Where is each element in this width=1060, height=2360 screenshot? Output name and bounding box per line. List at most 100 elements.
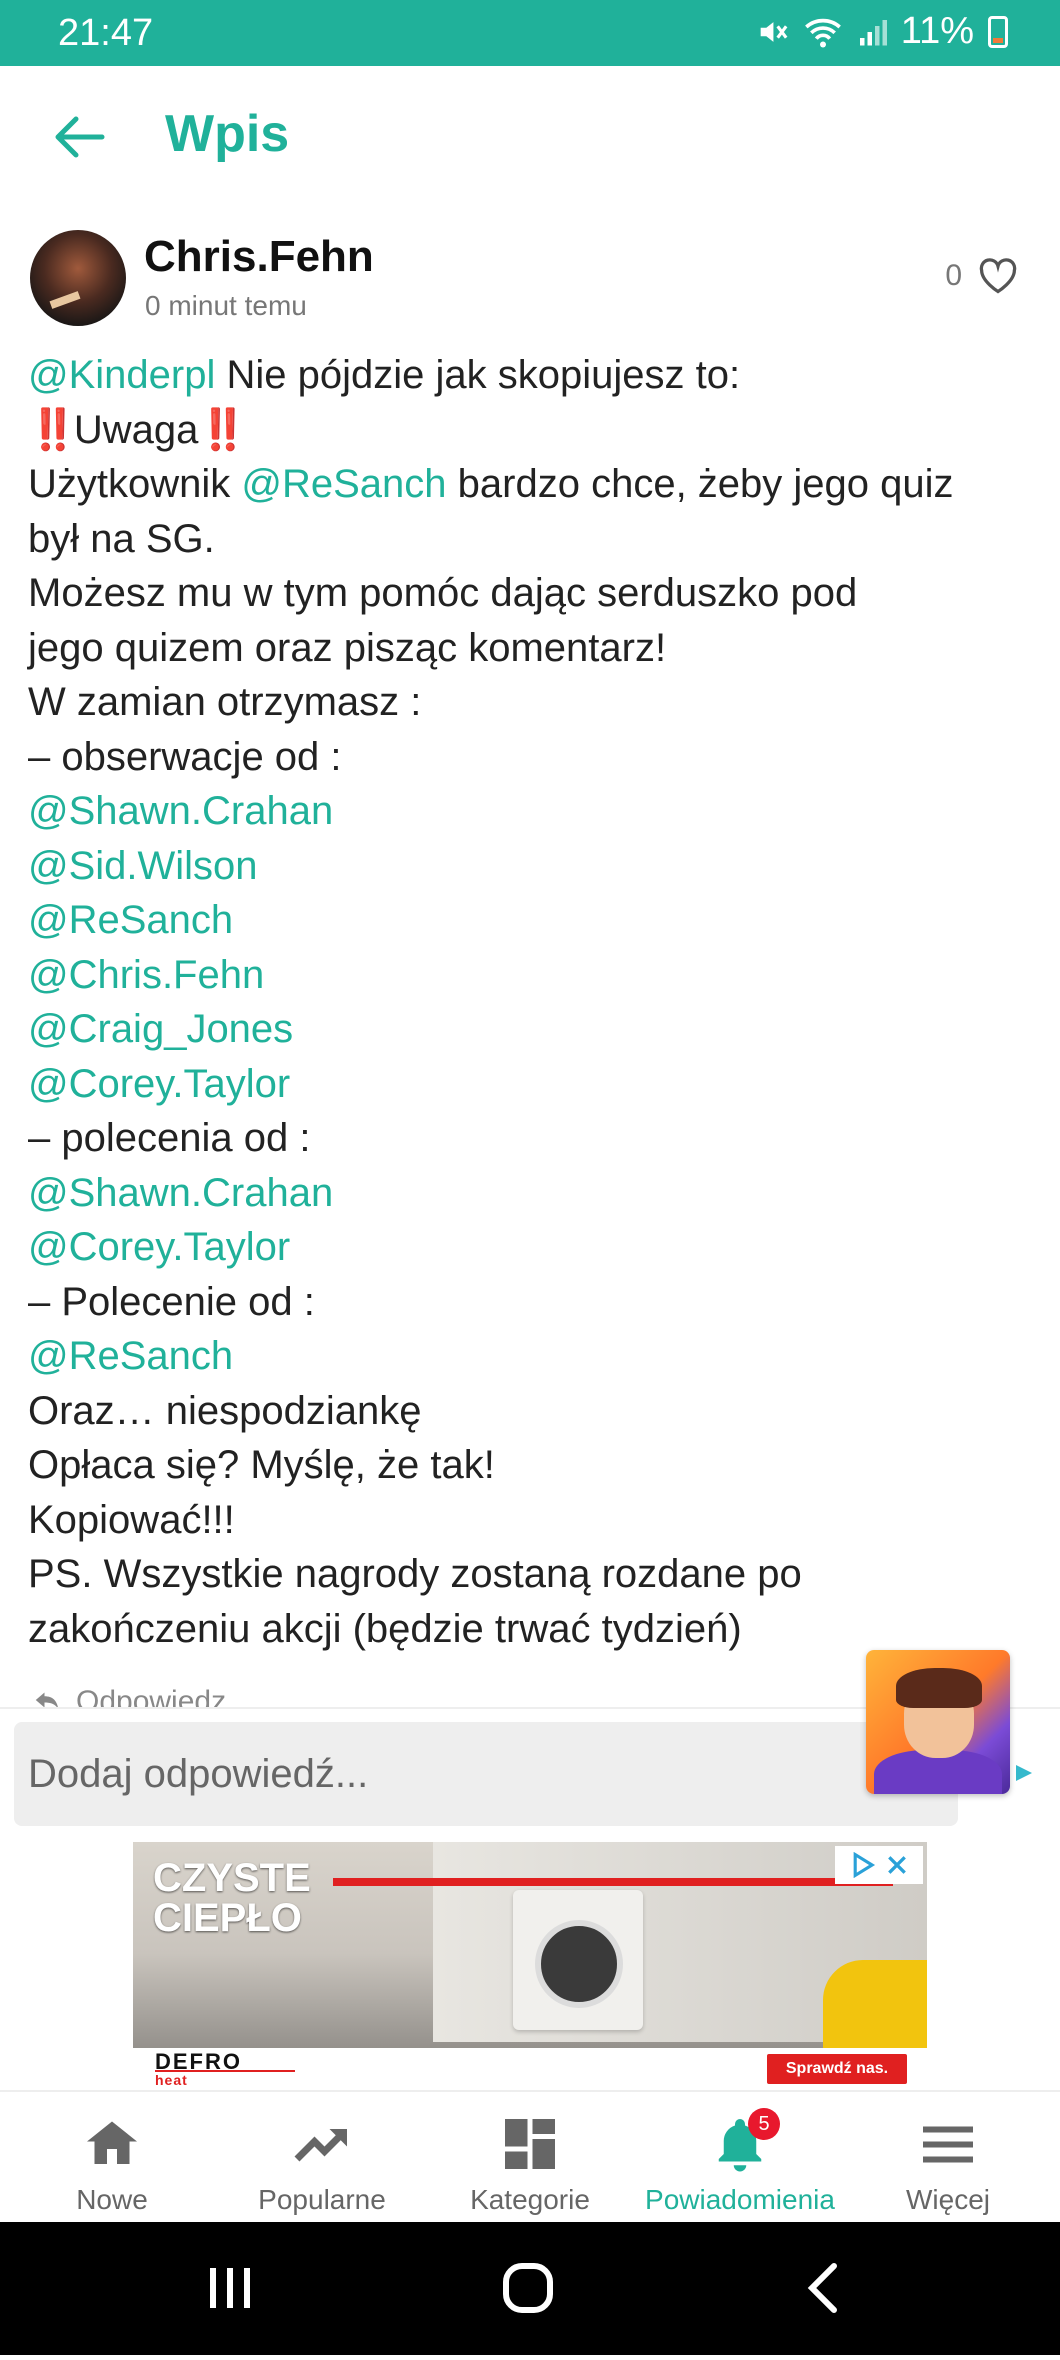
battery-icon: [988, 15, 1008, 48]
post-line: @Craig_Jones: [28, 1002, 1038, 1057]
nav-label: Nowe: [76, 2184, 148, 2215]
heart-icon[interactable]: [978, 258, 1018, 294]
post-text: PS. Wszystkie nagrody zostaną rozdane po: [28, 1552, 802, 1596]
post-text: był na SG.: [28, 516, 215, 561]
post-text: Opłaca się? Myślę, że tak!: [28, 1443, 495, 1487]
floating-promo-avatar[interactable]: [866, 1650, 1010, 1794]
mention-link[interactable]: @Kinderpl: [28, 353, 215, 397]
author-name[interactable]: Chris.Fehn: [144, 232, 374, 282]
mention-link[interactable]: @ReSanch: [241, 462, 446, 506]
nav-item-powiadomienia[interactable]: 5 Powiadomienia: [634, 2092, 846, 2224]
post-line: PS. Wszystkie nagrody zostaną rozdane po: [28, 1547, 1038, 1602]
mention-link[interactable]: @ReSanch: [28, 898, 233, 942]
like-count: 0: [945, 259, 962, 292]
nav-label: Powiadomienia: [645, 2184, 835, 2215]
avatar[interactable]: [30, 230, 126, 326]
ad-headline-line-2: CIEPŁO: [153, 1896, 302, 1940]
mention-link[interactable]: @Chris.Fehn: [28, 953, 264, 997]
mention-link[interactable]: @Shawn.Crahan: [28, 789, 333, 833]
post-line: @ReSanch: [28, 893, 1038, 948]
like-control[interactable]: 0: [945, 258, 1018, 294]
post-text: – polecenia od :: [28, 1116, 311, 1160]
promo-avatar-hair: [896, 1668, 982, 1708]
ad-footer: DEFRO heat Sprawdź nas.: [133, 2048, 927, 2090]
post-line: W zamian otrzymasz :: [28, 675, 1038, 730]
post-line: Opłaca się? Myślę, że tak!: [28, 1438, 1038, 1493]
post-line: Kopiować!!!: [28, 1493, 1038, 1548]
nav-item-nowe[interactable]: Nowe: [6, 2092, 218, 2224]
ad-banner[interactable]: CZYSTE CIEPŁO DEFRO heat Sprawdź nas.: [133, 1842, 927, 2090]
ad-red-stripe: [333, 1878, 893, 1886]
home-icon: [82, 2114, 142, 2174]
post-line: @ReSanch: [28, 1329, 1038, 1384]
ad-choices-icon[interactable]: [850, 1852, 876, 1878]
back-button[interactable]: [50, 114, 106, 160]
home-button[interactable]: [468, 2222, 588, 2355]
signal-icon: [859, 19, 887, 45]
chevron-left-icon: [807, 2263, 837, 2313]
mention-link[interactable]: @Corey.Taylor: [28, 1062, 290, 1106]
ad-cta-button[interactable]: Sprawdź nas.: [767, 2054, 907, 2084]
ad-brand-logo: DEFRO heat: [155, 2049, 295, 2088]
nav-item-wiecej[interactable]: Więcej: [842, 2092, 1054, 2224]
nav-item-popularne[interactable]: Popularne: [216, 2092, 428, 2224]
trending-icon: [292, 2114, 352, 2174]
close-icon[interactable]: [886, 1854, 908, 1876]
recent-apps-button[interactable]: [170, 2222, 290, 2355]
post-line: zakończeniu akcji (będzie trwać tydzień): [28, 1602, 1038, 1657]
post-line: Oraz… niespodziankę: [28, 1384, 1038, 1439]
nav-label: Więcej: [905, 2184, 990, 2215]
post-line: Użytkownik @ReSanch bardzo chce, żeby je…: [28, 457, 1038, 512]
post-line: jego quizem oraz pisząc komentarz!: [28, 621, 1038, 676]
recent-apps-icon: [210, 2268, 250, 2308]
post-text: – Polecenie od :: [28, 1279, 315, 1324]
reply-link[interactable]: Odpowiedz: [32, 1685, 226, 1707]
post-line: był na SG.: [28, 512, 1038, 567]
bell-icon: 5: [710, 2108, 780, 2174]
app-header: Wpis: [0, 66, 1060, 206]
double-exclamation-icon: ‼️: [198, 407, 248, 452]
post-line: @Sid.Wilson: [28, 839, 1038, 894]
post-line: ‼️Uwaga‼️: [28, 403, 1038, 458]
notification-badge: 5: [748, 2108, 780, 2140]
system-navigation: [0, 2222, 1060, 2355]
post-line: @Shawn.Crahan: [28, 1166, 1038, 1221]
play-icon[interactable]: [1016, 1765, 1032, 1781]
mention-link[interactable]: @Corey.Taylor: [28, 1225, 290, 1269]
post-text: Użytkownik: [28, 462, 242, 506]
post-line: – polecenia od :: [28, 1111, 1038, 1166]
reply-input[interactable]: [14, 1722, 958, 1826]
ad-headline: CZYSTE CIEPŁO: [153, 1858, 311, 1938]
status-time: 21:47: [58, 12, 154, 54]
wifi-icon: [804, 18, 841, 47]
ad-image-car: [823, 1960, 927, 2048]
ad-brand-name: DEFRO: [155, 2049, 242, 2074]
status-bar: 21:47 11%: [0, 0, 1060, 66]
nav-label: Kategorie: [470, 2184, 590, 2215]
post-text: Kopiować!!!: [28, 1497, 235, 1542]
post-line: – Polecenie od :: [28, 1275, 1038, 1330]
bottom-navigation: Nowe Popularne Kategorie 5 Powiadomienia…: [0, 2090, 1060, 2224]
nav-label: Popularne: [258, 2184, 386, 2215]
mention-link[interactable]: @Sid.Wilson: [28, 844, 258, 888]
mention-link[interactable]: @Craig_Jones: [28, 1007, 293, 1051]
post-line: – obserwacje od :: [28, 730, 1038, 785]
reply-icon: [35, 1692, 58, 1707]
arrow-left-icon: [55, 116, 105, 158]
mention-link[interactable]: @ReSanch: [28, 1334, 233, 1378]
post-text: Nie pójdzie jak skopiujesz to:: [215, 353, 741, 397]
mention-link[interactable]: @Shawn.Crahan: [28, 1171, 333, 1215]
ad-headline-line-1: CZYSTE: [153, 1856, 311, 1900]
ad-image-heat-pump: [513, 1890, 643, 2030]
post-line: Możesz mu w tym pomóc dając serduszko po…: [28, 566, 1038, 621]
home-circle-icon: [503, 2263, 553, 2313]
nav-item-kategorie[interactable]: Kategorie: [424, 2092, 636, 2224]
page-title: Wpis: [165, 105, 290, 163]
dashboard-icon: [500, 2114, 560, 2174]
post-line: @Chris.Fehn: [28, 948, 1038, 1003]
post-line: @Corey.Taylor: [28, 1220, 1038, 1275]
double-exclamation-icon: ‼️: [28, 407, 78, 452]
ad-choices[interactable]: [835, 1846, 923, 1884]
back-system-button[interactable]: [764, 2222, 884, 2355]
post-text: Oraz… niespodziankę: [28, 1388, 422, 1433]
